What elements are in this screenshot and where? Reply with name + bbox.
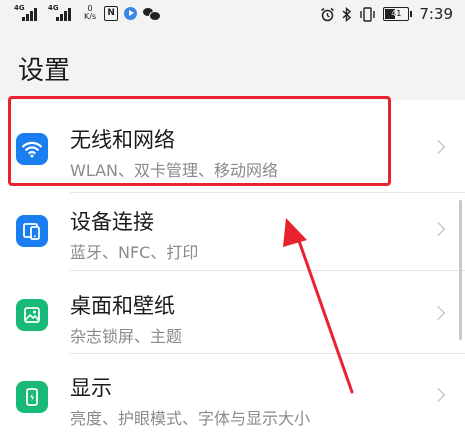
battery-icon: 41 — [383, 7, 413, 21]
chat-icon — [143, 7, 162, 21]
settings-item-display[interactable]: 显示 亮度、护眼模式、字体与显示大小 — [0, 354, 465, 436]
nfc-label: N — [107, 7, 115, 18]
status-bar-right: 41 7:39 — [320, 5, 453, 23]
vibrate-icon — [360, 6, 376, 22]
sim1-signal-icon: 4G — [14, 4, 42, 21]
network-speed: 0 K/s — [84, 5, 96, 21]
divider — [70, 270, 465, 271]
settings-item-subtitle: 蓝牙、NFC、打印 — [70, 243, 199, 262]
chevron-right-icon — [430, 387, 446, 403]
settings-item-subtitle: 亮度、护眼模式、字体与显示大小 — [70, 409, 311, 428]
bluetooth-icon — [342, 6, 352, 22]
settings-item-title: 桌面和壁纸 — [70, 294, 175, 318]
chevron-right-icon — [430, 305, 446, 321]
chevron-right-icon — [430, 139, 446, 155]
settings-item-device-connection[interactable]: 设备连接 蓝牙、NFC、打印 — [0, 188, 465, 270]
status-bar-left: 4G 4G 0 K/s N — [14, 4, 162, 21]
nfc-icon: N — [104, 5, 119, 21]
settings-item-title: 显示 — [70, 376, 112, 400]
wallpaper-icon — [16, 299, 48, 331]
network-speed-unit: K/s — [84, 12, 97, 21]
battery-level: 41 — [391, 9, 402, 18]
page-title: 设置 — [18, 56, 71, 86]
settings-item-title: 设备连接 — [70, 210, 154, 234]
status-time: 7:39 — [419, 5, 453, 23]
display-icon — [16, 381, 48, 413]
sim2-signal-icon: 4G — [48, 4, 76, 21]
status-bar: 4G 4G 0 K/s N 41 7:39 — [0, 0, 465, 30]
alarm-icon — [321, 7, 335, 21]
settings-item-subtitle: 杂志锁屏、主题 — [70, 327, 183, 346]
settings-item-home-wallpaper[interactable]: 桌面和壁纸 杂志锁屏、主题 — [0, 272, 465, 354]
device-connection-icon — [16, 215, 48, 247]
highlight-box — [8, 96, 391, 186]
video-app-icon — [124, 6, 138, 20]
scrollbar[interactable] — [459, 200, 462, 340]
chevron-right-icon — [430, 221, 446, 237]
